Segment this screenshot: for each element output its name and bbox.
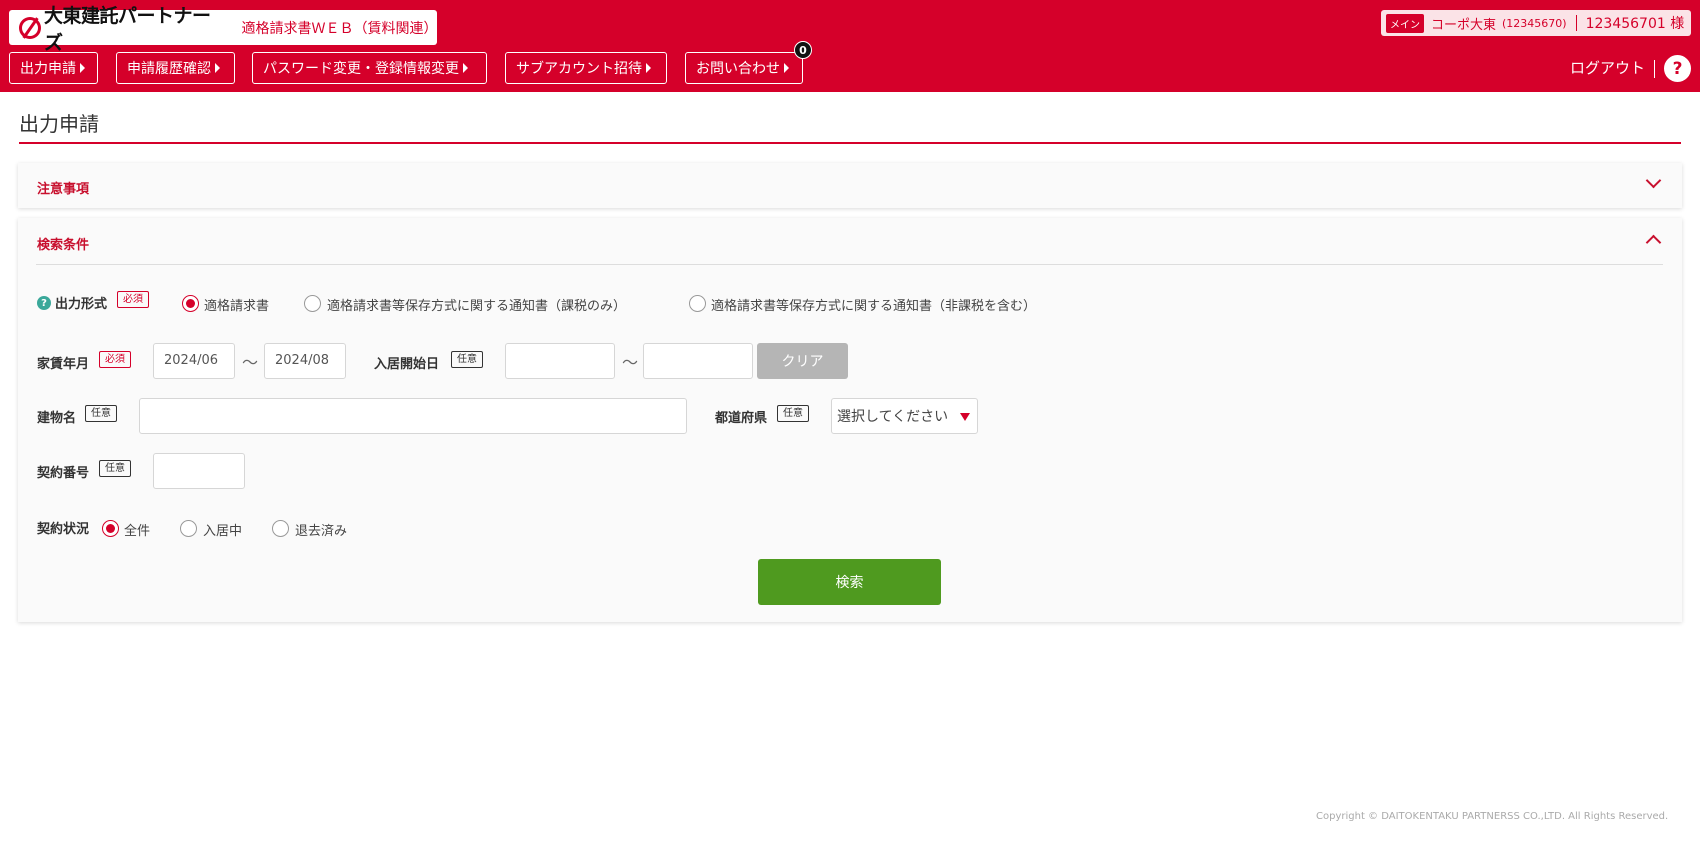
brand-name: 大東建託パートナーズ	[43, 4, 211, 54]
move-in-date-from-input[interactable]	[505, 343, 615, 379]
user-info: メイン コーポ大東 (12345670) 123456701 様	[1381, 10, 1691, 36]
optional-tag: 任意	[85, 405, 117, 422]
contract-status-label: 契約状況	[37, 522, 90, 537]
radio-label[interactable]: 適格請求書	[204, 295, 269, 314]
caret-right-icon	[784, 63, 789, 73]
optional-tag: 任意	[99, 460, 131, 477]
nav-label: 出力申請	[20, 61, 76, 77]
search-panel-title: 検索条件	[37, 238, 90, 253]
radio-notice-taxable[interactable]	[304, 295, 321, 312]
radio-label[interactable]: 退去済み	[295, 520, 347, 539]
nav-label: お問い合わせ	[696, 61, 780, 77]
prefecture-select[interactable]: 選択してください	[831, 398, 978, 434]
required-tag: 必須	[117, 291, 149, 308]
output-format-label: 出力形式	[55, 297, 108, 312]
help-button[interactable]: ?	[1664, 55, 1691, 82]
header-bar: 大東建託パートナーズ 適格請求書ＷＥＢ（賃料関連） 出力申請 申請履歴確認 パス…	[0, 0, 1700, 92]
caret-right-icon	[463, 63, 468, 73]
chevron-down-icon[interactable]	[1645, 172, 1662, 189]
nav-request-history[interactable]: 申請履歴確認	[116, 52, 235, 84]
nav-subaccount-invite[interactable]: サブアカウント招待	[505, 52, 667, 84]
rent-month-label: 家賃年月	[37, 357, 90, 372]
nav-inquiry[interactable]: お問い合わせ	[685, 52, 803, 84]
contract-number-label: 契約番号	[37, 466, 90, 481]
move-in-date-label: 入居開始日	[374, 357, 440, 372]
user-name: コーポ大東	[1431, 17, 1497, 33]
search-panel: 検索条件 ? 出力形式 必須 適格請求書 適格請求書等保存方式に関する通知書（課…	[18, 218, 1682, 622]
nav-label: 申請履歴確認	[127, 61, 211, 77]
divider	[1575, 15, 1577, 31]
prefecture-label: 都道府県	[715, 411, 768, 426]
optional-tag: 任意	[451, 351, 483, 368]
radio-label[interactable]: 全件	[124, 520, 150, 539]
nav-output-request[interactable]: 出力申請	[9, 52, 98, 84]
brand-logo-icon	[19, 16, 41, 39]
radio-status-all[interactable]	[102, 520, 119, 537]
title-underline	[19, 142, 1681, 144]
caret-right-icon	[646, 63, 651, 73]
caret-right-icon	[215, 63, 220, 73]
chevron-up-icon[interactable]	[1645, 234, 1662, 251]
divider	[1654, 60, 1655, 78]
contract-number-input[interactable]	[153, 453, 245, 489]
inquiry-count-badge: 0	[794, 41, 812, 59]
rent-month-from-input[interactable]: 2024/06	[153, 343, 235, 379]
logout-link[interactable]: ログアウト	[1570, 57, 1645, 78]
radio-label[interactable]: 適格請求書等保存方式に関する通知書（課税のみ）	[327, 295, 626, 314]
move-in-date-to-input[interactable]	[643, 343, 753, 379]
notice-panel[interactable]: 注意事項	[18, 163, 1682, 208]
caret-right-icon	[80, 63, 85, 73]
nav-password-settings[interactable]: パスワード変更・登録情報変更	[252, 52, 487, 84]
radio-invoice[interactable]	[182, 295, 199, 312]
radio-label[interactable]: 適格請求書等保存方式に関する通知書（非課税を含む）	[711, 295, 1036, 314]
required-tag: 必須	[99, 351, 131, 368]
clear-button[interactable]: クリア	[757, 343, 848, 379]
range-separator: 〜	[242, 353, 259, 372]
building-name-label: 建物名	[37, 411, 77, 426]
search-button[interactable]: 検索	[758, 559, 941, 605]
copyright: Copyright © DAITOKENTAKU PARTNERSS CO.,L…	[1316, 811, 1669, 822]
brand-subtitle: 適格請求書ＷＥＢ（賃料関連）	[241, 20, 438, 37]
optional-tag: 任意	[777, 405, 809, 422]
nav-label: サブアカウント招待	[516, 61, 642, 77]
question-icon: ?	[1672, 58, 1683, 79]
account-type-tag: メイン	[1386, 13, 1424, 33]
dropdown-arrow-icon	[960, 413, 970, 421]
rent-month-to-input[interactable]: 2024/08	[264, 343, 346, 379]
page-title: 出力申請	[19, 112, 99, 136]
notice-panel-title: 注意事項	[37, 182, 90, 197]
radio-label[interactable]: 入居中	[203, 520, 242, 539]
radio-notice-nontaxable[interactable]	[689, 295, 706, 312]
building-name-input[interactable]	[139, 398, 687, 434]
range-separator: 〜	[622, 353, 639, 372]
nav-label: パスワード変更・登録情報変更	[263, 61, 459, 77]
select-value: 選択してください	[837, 409, 949, 425]
panel-divider	[36, 264, 1663, 265]
radio-status-occupied[interactable]	[180, 520, 197, 537]
help-question-icon[interactable]: ?	[37, 296, 51, 310]
radio-status-moved-out[interactable]	[272, 520, 289, 537]
logo[interactable]: 大東建託パートナーズ 適格請求書ＷＥＢ（賃料関連）	[9, 5, 438, 54]
account-number: 123456701 様	[1585, 16, 1685, 32]
user-name-id: (12345670)	[1502, 16, 1567, 30]
